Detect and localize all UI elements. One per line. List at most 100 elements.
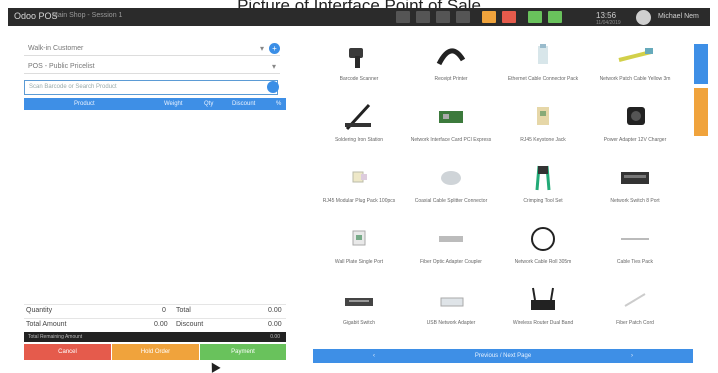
connector-icon <box>523 42 563 70</box>
fullscreen-button[interactable] <box>396 11 410 23</box>
product-name: Wall Plate Single Port <box>334 259 384 265</box>
plug-icon <box>339 164 379 192</box>
col-qty: Qty <box>204 101 214 107</box>
user-avatar-icon[interactable] <box>636 10 651 25</box>
user-name[interactable]: Michael Nem <box>658 13 699 20</box>
customer-value: Walk-in Customer <box>28 45 84 52</box>
lock-button[interactable] <box>416 11 430 23</box>
alert-button[interactable] <box>502 11 516 23</box>
product-name: Crimping Tool Set <box>523 198 563 204</box>
tab-products-label: Products <box>689 53 696 73</box>
wallplate-icon <box>339 225 379 253</box>
product-name: Fiber Optic Adapter Coupler <box>420 259 482 265</box>
chevron-down-icon: ▾ <box>259 44 264 53</box>
splitter-icon <box>431 164 471 192</box>
orders-button[interactable] <box>482 11 496 23</box>
hold-order-button[interactable]: Hold Order <box>112 344 199 360</box>
usb-icon <box>431 286 471 314</box>
product-name: Barcode Scanner <box>339 76 379 82</box>
totals-label: Total <box>176 307 191 314</box>
order-panel: Walk-in Customer ▾ + POS - Public Pricel… <box>20 32 288 362</box>
totals-row: Total Amount 0.00 Discount 0.00 <box>24 318 286 331</box>
crimp-icon <box>523 164 563 192</box>
adapter-icon <box>615 103 655 131</box>
totals-value: 0.00 <box>268 307 282 314</box>
product-card[interactable]: RJ45 Modular Plug Pack 100pcs <box>315 162 403 222</box>
totals-value: 0.00 <box>268 321 282 328</box>
payment-button[interactable]: Payment <box>200 344 286 360</box>
col-product: Product <box>74 101 95 107</box>
product-card[interactable]: Soldering Iron Station <box>315 101 403 161</box>
search-placeholder: Scan Barcode or Search Product <box>29 84 117 90</box>
product-card[interactable]: Cable Ties Pack <box>591 223 679 283</box>
product-card[interactable]: RJ45 Keystone Jack <box>499 101 587 161</box>
switch-icon <box>615 164 655 192</box>
tab-customers[interactable]: Customers <box>690 88 708 136</box>
fiber-icon <box>431 225 471 253</box>
tab-products[interactable]: Products <box>690 44 708 84</box>
product-name: Soldering Iron Station <box>334 137 384 143</box>
next-page-button[interactable]: › <box>631 349 633 363</box>
order-table-header: Product Weight Qty Discount % <box>24 98 286 110</box>
cancel-button[interactable]: Cancel <box>24 344 111 360</box>
totals-value: 0 <box>162 307 166 314</box>
product-card[interactable]: Coaxial Cable Splitter Connector <box>407 162 495 222</box>
soldering-icon <box>339 103 379 131</box>
chevron-down-icon: ▾ <box>271 62 276 71</box>
totals-label: Quantity <box>26 307 53 314</box>
scanner-icon <box>339 42 379 70</box>
clock-time: 13:56 <box>596 11 617 20</box>
product-card[interactable]: Barcode Scanner <box>315 40 403 100</box>
wifi-button[interactable] <box>548 11 562 23</box>
product-name: Cable Ties Pack <box>616 259 654 265</box>
sync-button[interactable] <box>528 11 542 23</box>
col-percent: % <box>276 101 282 107</box>
product-name: Fiber Patch Cord <box>616 320 654 326</box>
previous-page-button[interactable]: ‹ <box>373 349 375 363</box>
product-name: Gigabit Switch <box>343 320 375 326</box>
clock: 13:56 11/04/2019 <box>596 11 621 26</box>
nic-icon <box>431 103 471 131</box>
product-card[interactable]: Wall Plate Single Port <box>315 223 403 283</box>
pagination-bar[interactable]: ‹ Previous / Next Page › <box>313 349 693 363</box>
product-card[interactable]: Wireless Router Dual Band <box>499 284 587 344</box>
router-icon <box>523 286 563 314</box>
minimize-button[interactable] <box>456 11 470 23</box>
col-weight: Weight <box>164 101 183 107</box>
action-buttons: Cancel Hold Order Payment <box>24 344 286 360</box>
add-customer-button[interactable]: + <box>269 43 280 54</box>
pagination-label: Previous / Next Page <box>474 353 532 359</box>
top-bar: Odoo POS Main Shop - Session 1 13:56 11/… <box>8 8 710 26</box>
product-name: USB Network Adapter <box>426 320 476 326</box>
product-card[interactable]: USB Network Adapter <box>407 284 495 344</box>
product-card[interactable]: Fiber Patch Cord <box>591 284 679 344</box>
pricelist-select[interactable]: POS - Public Pricelist ▾ <box>24 60 280 74</box>
col-discount: Discount <box>232 101 256 107</box>
summary-value: 0.00 <box>270 334 280 340</box>
product-card[interactable]: Network Interface Card PCI Express <box>407 101 495 161</box>
cable-icon <box>431 42 471 70</box>
product-card[interactable]: Crimping Tool Set <box>499 162 587 222</box>
product-card[interactable]: Power Adapter 12V Charger <box>591 101 679 161</box>
product-card[interactable]: Ethernet Cable Connector Pack <box>499 40 587 100</box>
product-card[interactable]: Gigabit Switch <box>315 284 403 344</box>
product-card[interactable]: Network Cable Roll 305m <box>499 223 587 283</box>
pricelist-value: POS - Public Pricelist <box>28 63 95 70</box>
session-label: Main Shop - Session 1 <box>52 12 123 19</box>
totals-value: 0.00 <box>154 321 168 328</box>
product-name: Ethernet Cable Connector Pack <box>507 76 579 82</box>
product-card[interactable]: Fiber Optic Adapter Coupler <box>407 223 495 283</box>
product-name: Power Adapter 12V Charger <box>603 137 667 143</box>
app-brand: Odoo POS <box>14 11 58 21</box>
close-button[interactable] <box>436 11 450 23</box>
search-icon[interactable] <box>267 81 279 93</box>
summary-label: Total Remaining Amount <box>28 334 83 340</box>
product-name: Network Cable Roll 305m <box>514 259 572 265</box>
product-card[interactable]: Network Patch Cable Yellow 3m <box>591 40 679 100</box>
product-card[interactable]: Network Switch 8 Port <box>591 162 679 222</box>
keystone-icon <box>523 103 563 131</box>
product-search-input[interactable]: Scan Barcode or Search Product <box>24 80 279 95</box>
product-card[interactable]: Receipt Printer <box>407 40 495 100</box>
product-name: Coaxial Cable Splitter Connector <box>414 198 488 204</box>
customer-select[interactable]: Walk-in Customer ▾ + <box>24 42 280 56</box>
